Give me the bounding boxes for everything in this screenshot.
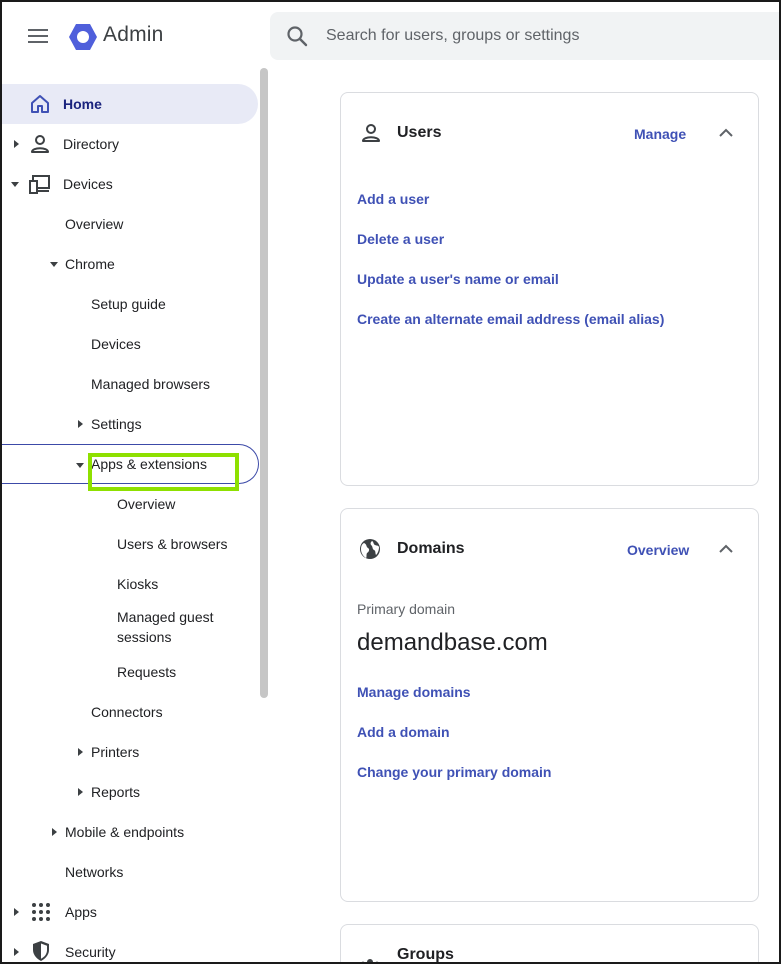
sidebar-item-label: Overview [117, 496, 176, 512]
card-title: Groups [397, 946, 454, 963]
sidebar-item-label: Requests [117, 664, 177, 680]
sidebar-item-devices-overview[interactable]: Overview [2, 204, 258, 244]
caret-right-icon [14, 948, 19, 956]
groups-card: Groups [340, 924, 759, 963]
card-title: Domains [397, 540, 465, 557]
sidebar-item-label: Setup guide [91, 296, 166, 312]
caret-right-icon [78, 420, 83, 428]
admin-console-window: Admin Home Directory [0, 0, 781, 964]
caret-right-icon [78, 748, 83, 756]
chevron-up-icon[interactable] [716, 123, 736, 143]
sidebar-item-label: Printers [91, 744, 140, 760]
hamburger-menu-icon [28, 29, 48, 43]
sidebar-item-label: Managed guest sessions [117, 609, 214, 645]
home-icon [31, 95, 49, 113]
sidebar-item-label: Users & browsers [117, 536, 228, 552]
sidebar-item-requests[interactable]: Requests [2, 652, 258, 692]
sidebar-item-managed-guest-sessions[interactable]: Managed guest sessions [2, 604, 258, 648]
users-card-header: Users Manage [341, 93, 758, 173]
sidebar-item-chrome[interactable]: Chrome [2, 244, 258, 284]
admin-logo-icon[interactable] [68, 22, 98, 52]
sidebar-item-label: Kiosks [117, 576, 159, 592]
chevron-up-icon[interactable] [716, 539, 736, 559]
shield-icon [33, 941, 49, 961]
search-input[interactable] [326, 12, 766, 60]
sidebar-item-networks[interactable]: Networks [2, 852, 258, 892]
domains-card-header: Domains Overview [341, 509, 758, 589]
sidebar-scrollbar[interactable] [260, 68, 268, 698]
primary-domain-label: Primary domain [357, 601, 456, 617]
sidebar-item-label: Settings [91, 416, 142, 432]
manage-domains-link[interactable]: Manage domains [357, 684, 471, 700]
caret-down-icon [50, 262, 58, 267]
sidebar-item-security[interactable]: Security [2, 932, 258, 962]
sidebar-item-label: Home [63, 96, 102, 112]
sidebar-item-reports[interactable]: Reports [2, 772, 258, 812]
sidebar-item-connectors[interactable]: Connectors [2, 692, 258, 732]
sidebar-item-label: Overview [65, 216, 124, 232]
sidebar-item-apps[interactable]: Apps [2, 892, 258, 932]
primary-domain-value: demandbase.com [357, 629, 548, 656]
sidebar-item-label: Security [65, 944, 116, 960]
caret-down-icon [76, 463, 84, 468]
sidebar-item-label: Directory [63, 136, 120, 152]
groups-card-header: Groups [341, 925, 758, 963]
sidebar-item-label: Networks [65, 864, 124, 880]
globe-icon [360, 539, 380, 559]
users-card: Users Manage Add a user Delete a user Up… [340, 92, 759, 486]
sidebar-item-setup-guide[interactable]: Setup guide [2, 284, 258, 324]
sidebar-item-managed-browsers[interactable]: Managed browsers [2, 364, 258, 404]
add-user-link[interactable]: Add a user [357, 191, 429, 207]
sidebar-item-printers[interactable]: Printers [2, 732, 258, 772]
caret-right-icon [78, 788, 83, 796]
domains-card: Domains Overview Primary domain demandba… [340, 508, 759, 902]
caret-right-icon [52, 828, 57, 836]
search-bar[interactable] [270, 12, 779, 60]
sidebar-item-settings[interactable]: Settings [2, 404, 258, 444]
sidebar-item-chrome-devices[interactable]: Devices [2, 324, 258, 364]
search-icon [287, 26, 308, 47]
sidebar-item-label: Mobile & endpoints [65, 824, 185, 840]
devices-icon [29, 175, 50, 194]
sidebar-item-kiosks[interactable]: Kiosks [2, 564, 258, 604]
sidebar-item-home[interactable]: Home [2, 84, 258, 124]
sidebar-item-mobile-endpoints[interactable]: Mobile & endpoints [2, 812, 258, 852]
sidebar-item-label: Managed browsers [91, 376, 211, 392]
caret-down-icon [11, 182, 19, 187]
sidebar-item-label: Devices [91, 336, 141, 352]
person-icon [362, 124, 380, 142]
change-primary-domain-link[interactable]: Change your primary domain [357, 764, 551, 780]
sidebar-item-devices[interactable]: Devices [2, 164, 258, 204]
sidebar-item-users-browsers[interactable]: Users & browsers [2, 524, 258, 564]
top-bar: Admin [2, 2, 779, 70]
sidebar-item-label: Devices [63, 176, 113, 192]
person-icon [31, 135, 49, 153]
manage-users-link[interactable]: Manage [634, 126, 686, 142]
caret-right-icon [14, 140, 19, 148]
card-title: Users [397, 124, 442, 141]
domains-overview-link[interactable]: Overview [627, 542, 689, 558]
main-menu-button[interactable] [22, 22, 54, 50]
sidebar-item-directory[interactable]: Directory [2, 124, 258, 164]
caret-right-icon [14, 908, 19, 916]
sidebar-item-label: Apps [65, 904, 97, 920]
add-domain-link[interactable]: Add a domain [357, 724, 450, 740]
highlight-box [88, 453, 239, 491]
sidebar-item-label: Reports [91, 784, 141, 800]
groups-icon [361, 959, 379, 962]
sidebar-item-label: Chrome [65, 256, 115, 272]
update-user-link[interactable]: Update a user's name or email [357, 271, 559, 287]
app-title[interactable]: Admin [103, 23, 164, 47]
delete-user-link[interactable]: Delete a user [357, 231, 444, 247]
sidebar-item-label: Connectors [91, 704, 163, 720]
apps-grid-icon [32, 903, 50, 921]
email-alias-link[interactable]: Create an alternate email address (email… [357, 311, 664, 327]
sidebar-nav: Home Directory Devices Overview Chrome S… [2, 68, 270, 962]
